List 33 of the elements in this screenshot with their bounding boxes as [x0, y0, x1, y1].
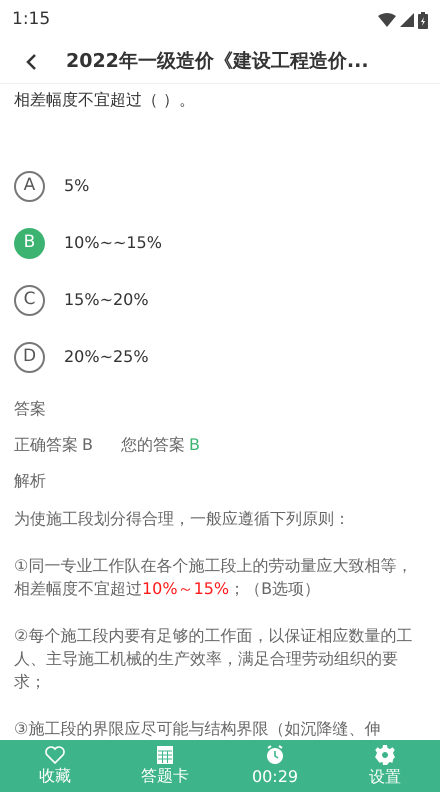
analysis-paragraph: ②每个施工段内要有足够的工作面，以保证相应数量的工人、主导施工机械的生产效率，满足合理劳动组织的要求； — [14, 625, 414, 693]
correct-answer-value: B — [82, 434, 93, 456]
status-time: 1:15 — [12, 8, 50, 32]
option-text: 15%~20% — [64, 289, 149, 311]
option-item[interactable]: B 10%~~15% — [14, 227, 426, 259]
question-text: 相差幅度不宜超过（ ）。 — [14, 89, 196, 111]
answer-heading: 答案 — [14, 398, 47, 420]
heart-icon — [45, 746, 65, 764]
page-title: 2022年一级造价《建设工程造价... — [66, 49, 369, 74]
your-answer-label: 您的答案 — [120, 434, 185, 456]
analysis-paragraph: ③施工段的界限应尽可能与结构界限（如沉降缝、伸 — [14, 718, 382, 740]
option-text: 5% — [64, 175, 90, 197]
signal-icon — [400, 13, 414, 27]
wifi-icon — [378, 13, 396, 27]
option-letter: A — [14, 170, 45, 202]
option-item[interactable]: A 5% — [14, 170, 426, 202]
your-answer-value: B — [188, 434, 200, 456]
analysis-paragraph: ①同一专业工作队在各个施工段上的劳动量应大致相等，相差幅度不宜超过10%～15%；（B选项） — [14, 555, 414, 600]
analysis-heading: 解析 — [14, 470, 47, 492]
option-letter: D — [14, 342, 45, 372]
correct-answer-label: 正确答案 — [14, 434, 78, 456]
grid-icon — [157, 746, 173, 764]
option-text: 20%~25% — [64, 346, 149, 368]
option-letter: C — [14, 284, 45, 316]
clock-icon — [265, 745, 285, 765]
option-item[interactable]: C 15%~20% — [14, 284, 426, 316]
option-letter: B — [14, 228, 45, 258]
analysis-paragraph: 为使施工段划分得合理，一般应遵循下列原则： — [14, 508, 351, 530]
back-icon — [25, 52, 37, 70]
settings-icon — [375, 745, 395, 765]
battery-icon — [418, 12, 428, 28]
option-text: 10%~~15% — [64, 232, 162, 254]
option-item[interactable]: D 20%~25% — [14, 341, 426, 373]
